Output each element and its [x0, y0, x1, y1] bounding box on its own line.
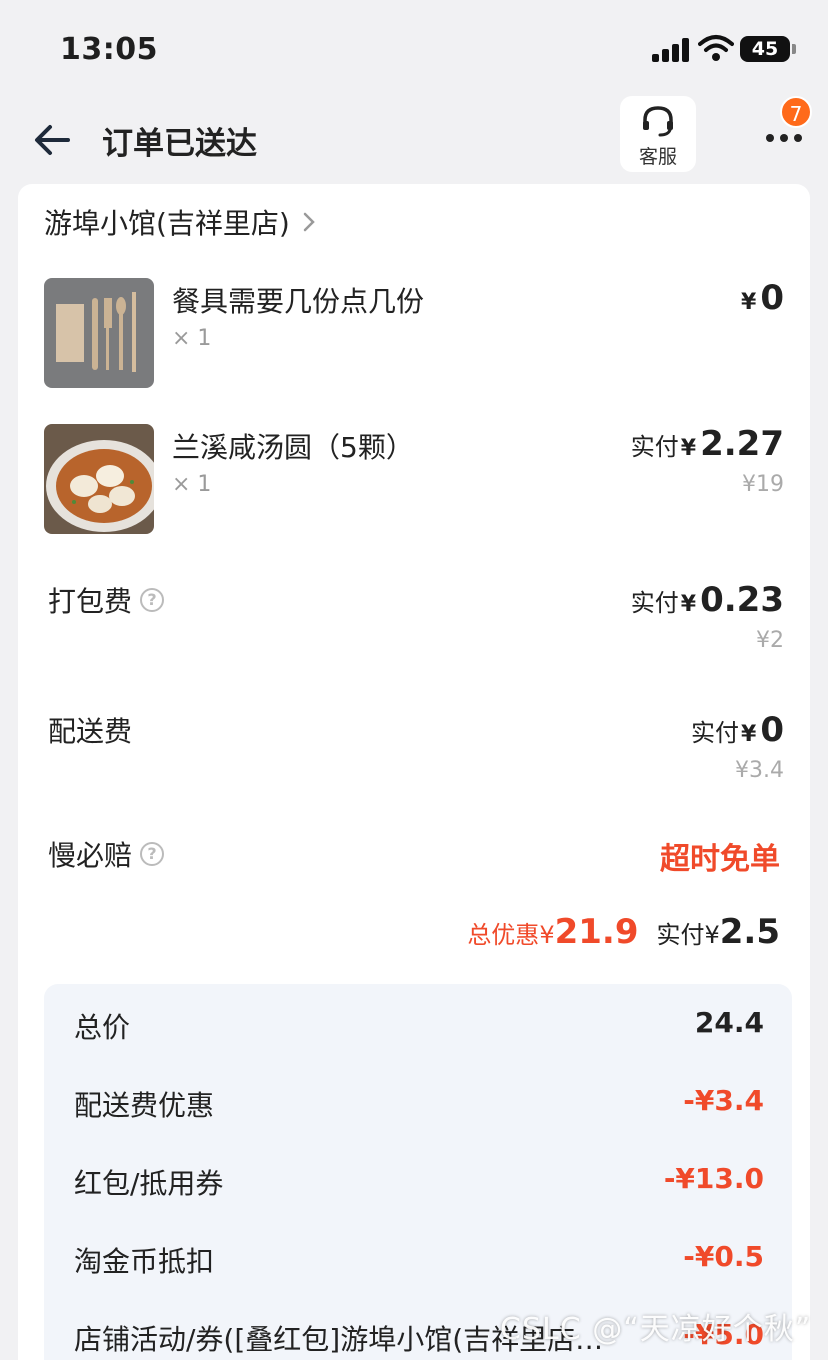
currency-symbol: ¥ [704, 921, 720, 949]
battery-icon: 45 [740, 36, 790, 62]
customer-service-label: 客服 [638, 146, 677, 168]
battery-level: 45 [751, 38, 779, 60]
breakdown-value: -¥13.0 [663, 1162, 764, 1195]
item-quantity: × 1 [172, 326, 212, 351]
page-title: 订单已送达 [102, 126, 257, 162]
currency-symbol: ¥ [680, 592, 697, 617]
fee-label: 打包费 [48, 585, 133, 618]
pay-label: 实付 [630, 433, 679, 461]
more-dot-icon [766, 134, 774, 142]
original-price: ¥19 [742, 472, 784, 497]
timeout-free-badge: 超时免单 [660, 842, 780, 877]
total-discount-amount: 21.9 [554, 912, 639, 952]
actual-pay-amount: 2.5 [719, 912, 780, 952]
shop-link[interactable]: 游埠小馆(吉祥里店) [44, 202, 316, 242]
top-bar: 订单已送达 客服 [0, 96, 828, 186]
slow-compensation-row: 慢必赔 ? 超时免单 [44, 834, 784, 878]
delivery-fee-row: 配送费 实付¥ 0 ¥3.4 [44, 710, 784, 800]
currency-symbol: ¥ [741, 722, 757, 747]
fee-amount: 0 [760, 710, 784, 750]
status-time: 13:05 [60, 32, 158, 67]
fee-label: 慢必赔 [48, 839, 133, 872]
original-price: ¥3.4 [735, 758, 784, 783]
breakdown-value: -¥0.5 [683, 1240, 764, 1273]
chevron-right-icon [303, 212, 315, 232]
actual-pay-label: 实付 [656, 921, 705, 949]
breakdown-label: 总价 [74, 1011, 131, 1044]
status-bar: 13:05 45 [0, 0, 828, 96]
tableware-thumbnail [44, 278, 154, 388]
item-amount: 2.27 [700, 424, 784, 464]
breakdown-value: -¥3.4 [683, 1084, 764, 1117]
wifi-icon [698, 35, 734, 61]
order-summary: 总优惠 ¥21.9 实付 ¥2.5 [467, 912, 780, 952]
customer-service-button[interactable]: 客服 [620, 96, 696, 172]
item-price: 实付¥ 2.27 ¥19 [631, 424, 784, 497]
back-arrow-icon[interactable] [30, 120, 74, 160]
order-item[interactable]: 兰溪咸汤圆（5颗） × 1 实付¥ 2.27 ¥19 [44, 424, 784, 544]
help-icon[interactable]: ? [140, 588, 165, 612]
tangyuan-thumbnail [44, 424, 154, 534]
pay-label: 实付 [630, 589, 679, 617]
fee-price: 实付¥ 0.23 ¥2 [631, 580, 784, 653]
currency-symbol: ¥ [539, 921, 555, 949]
item-price: ¥0 [739, 278, 784, 318]
breakdown-row: 配送费优惠 -¥3.4 [74, 1084, 764, 1124]
cellular-signal-icon [652, 38, 690, 62]
packing-fee-row: 打包费 ? 实付¥ 0.23 ¥2 [44, 580, 784, 670]
item-quantity: × 1 [172, 472, 212, 497]
order-card: 游埠小馆(吉祥里店) 餐具需要几份点几份 × 1 ¥0 兰溪咸汤圆（5颗） × … [18, 184, 810, 1360]
fee-label: 配送费 [48, 715, 133, 748]
original-price: ¥2 [756, 628, 784, 653]
breakdown-row: 总价 24.4 [74, 1006, 764, 1046]
breakdown-label: 淘金币抵扣 [74, 1245, 215, 1278]
headset-icon [643, 106, 673, 137]
item-name: 餐具需要几份点几份 [172, 285, 425, 318]
fee-amount: 0.23 [700, 580, 784, 620]
currency-symbol: ¥ [741, 290, 757, 315]
watermark: CSLC @“天凉好个秋” [500, 1312, 812, 1347]
more-dot-icon [780, 134, 788, 142]
breakdown-row: 红包/抵用券 -¥13.0 [74, 1162, 764, 1202]
breakdown-row: 淘金币抵扣 -¥0.5 [74, 1240, 764, 1280]
total-discount-label: 总优惠 [467, 921, 540, 949]
currency-symbol: ¥ [680, 436, 697, 461]
help-icon[interactable]: ? [140, 842, 165, 866]
more-dot-icon [794, 134, 802, 142]
item-name: 兰溪咸汤圆（5颗） [172, 431, 414, 464]
breakdown-label: 红包/抵用券 [74, 1167, 224, 1200]
battery-cap [792, 44, 796, 54]
shop-name: 游埠小馆(吉祥里店) [44, 207, 290, 240]
pay-label: 实付 [691, 719, 740, 747]
item-amount: 0 [760, 278, 784, 318]
notification-badge: 7 [780, 96, 812, 128]
fee-price: 实付¥ 0 ¥3.4 [691, 710, 784, 783]
breakdown-label: 配送费优惠 [74, 1089, 215, 1122]
breakdown-value: 24.4 [694, 1006, 764, 1039]
order-item[interactable]: 餐具需要几份点几份 × 1 ¥0 [44, 278, 784, 398]
